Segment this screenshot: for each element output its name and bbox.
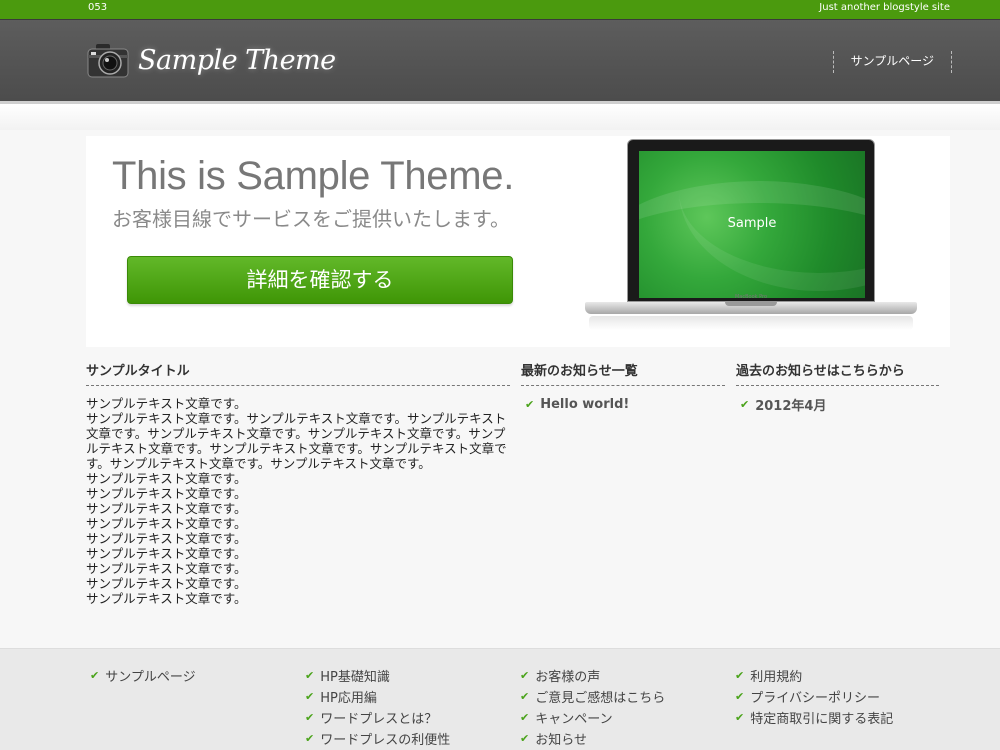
site-logo[interactable]: Sample Theme — [86, 37, 336, 83]
footer-link-label[interactable]: HP応用編 — [320, 687, 377, 706]
body-paragraph: サンプルテキスト文章です。 — [86, 396, 247, 411]
footer-link[interactable]: ✔ HP応用編 — [305, 686, 450, 707]
footer-link-label[interactable]: お客様の声 — [535, 666, 600, 685]
footer-link[interactable]: ✔ ご意見ご感想はこちら — [520, 686, 665, 707]
check-icon: ✔ — [305, 669, 315, 682]
body-paragraph: サンプルテキスト文章です。 — [86, 486, 247, 501]
check-icon: ✔ — [520, 690, 530, 703]
hero-banner: This is Sample Theme. お客様目線でサービスをご提供いたしま… — [86, 136, 950, 347]
news-title: 最新のお知らせ一覧 — [521, 360, 725, 386]
laptop-brand: MacBook Pro — [734, 294, 768, 300]
body-paragraph: サンプルテキスト文章です。 — [86, 516, 247, 531]
news-item[interactable]: ✔ Hello world! — [525, 396, 629, 412]
check-icon: ✔ — [90, 669, 100, 682]
body-paragraph: サンプルテキスト文章です。サンプルテキスト文章です。サンプルテキスト文章です。サ… — [86, 411, 507, 471]
footer-link-label[interactable]: サンプルページ — [105, 666, 195, 685]
footer-link-label[interactable]: 利用規約 — [750, 666, 802, 685]
check-icon: ✔ — [305, 690, 315, 703]
footer-link[interactable]: ✔ HP基礎知識 — [305, 665, 450, 686]
check-icon: ✔ — [520, 711, 530, 724]
news-item-link[interactable]: Hello world! — [540, 397, 629, 412]
footer-link-label[interactable]: HP基礎知識 — [320, 666, 390, 685]
footer-link[interactable]: ✔ 特定商取引に関する表記 — [735, 707, 893, 728]
footer-column-1: ✔ サンプルページ — [90, 665, 196, 686]
footer-link-label[interactable]: キャンペーン — [535, 708, 612, 727]
header-shadow-band — [0, 104, 1000, 130]
nav-item-sample-page[interactable]: サンプルページ — [832, 51, 952, 73]
camera-icon — [86, 41, 130, 79]
laptop-base: MacBook Pro — [585, 294, 917, 314]
news-list: ✔ Hello world! — [525, 396, 629, 412]
footer-link-label[interactable]: 特定商取引に関する表記 — [750, 708, 893, 727]
footer-link-label[interactable]: ワードプレスの利便性 — [320, 729, 450, 748]
top-bar: 053 Just another blogstyle site — [0, 0, 1000, 19]
site-header: Sample Theme サンプルページ — [0, 19, 1000, 104]
footer-column-2: ✔ HP基礎知識 ✔ HP応用編 ✔ ワードプレスとは？ ✔ ワードプレスの利便性 — [305, 665, 450, 749]
hero-subheadline: お客様目線でサービスをご提供いたします。 — [112, 207, 510, 231]
body-paragraph: サンプルテキスト文章です。 — [86, 576, 247, 591]
laptop-image: Sample MacBook Pro — [583, 136, 923, 341]
body-paragraph: サンプルテキスト文章です。 — [86, 561, 247, 576]
body-paragraph: サンプルテキスト文章です。 — [86, 471, 247, 486]
hero-headline: This is Sample Theme. — [112, 154, 515, 198]
archive-title: 過去のお知らせはこちらから — [736, 360, 939, 386]
body-paragraph: サンプルテキスト文章です。 — [86, 546, 247, 561]
details-button[interactable]: 詳細を確認する — [127, 256, 513, 304]
footer-link[interactable]: ✔ ワードプレスとは？ — [305, 707, 450, 728]
footer-link-label[interactable]: お知らせ — [535, 729, 587, 748]
archive-list: ✔ 2012年4月 — [740, 395, 826, 414]
footer-link-label[interactable]: ご意見ご感想はこちら — [535, 687, 665, 706]
footer-link[interactable]: ✔ お客様の声 — [520, 665, 665, 686]
laptop-screen: Sample — [639, 151, 865, 298]
site-title: Sample Theme — [138, 44, 336, 76]
check-icon: ✔ — [520, 732, 530, 745]
footer-link-label[interactable]: プライバシーポリシー — [750, 687, 880, 706]
footer-link[interactable]: ✔ サンプルページ — [90, 665, 196, 686]
archive-item[interactable]: ✔ 2012年4月 — [740, 395, 826, 414]
body-paragraph: サンプルテキスト文章です。 — [86, 531, 247, 546]
body-paragraph: サンプルテキスト文章です。 — [86, 591, 247, 606]
check-icon: ✔ — [735, 669, 745, 682]
check-icon: ✔ — [740, 397, 750, 411]
footer-link[interactable]: ✔ お知らせ — [520, 728, 665, 749]
footer-link[interactable]: ✔ キャンペーン — [520, 707, 665, 728]
check-icon: ✔ — [525, 397, 535, 411]
body-paragraph: サンプルテキスト文章です。 — [86, 501, 247, 516]
check-icon: ✔ — [735, 690, 745, 703]
footer-link[interactable]: ✔ ワードプレスの利便性 — [305, 728, 450, 749]
footer-column-3: ✔ お客様の声 ✔ ご意見ご感想はこちら ✔ キャンペーン ✔ お知らせ — [520, 665, 665, 749]
archive-item-link[interactable]: 2012年4月 — [755, 395, 826, 414]
check-icon: ✔ — [305, 732, 315, 745]
site-tagline: Just another blogstyle site — [819, 2, 950, 13]
screen-label: Sample — [727, 216, 777, 231]
check-icon: ✔ — [305, 711, 315, 724]
site-footer: ✔ サンプルページ ✔ HP基礎知識 ✔ HP応用編 ✔ ワードプレスとは？ ✔ ワードプ… — [0, 648, 1000, 750]
main-title: サンプルタイトル — [86, 360, 510, 386]
footer-link-label[interactable]: ワードプレスとは？ — [320, 708, 437, 727]
footer-column-4: ✔ 利用規約 ✔ プライバシーポリシー ✔ 特定商取引に関する表記 — [735, 665, 893, 728]
check-icon: ✔ — [735, 711, 745, 724]
main-body: サンプルテキスト文章です。 サンプルテキスト文章です。サンプルテキスト文章です。… — [86, 396, 510, 606]
check-icon: ✔ — [520, 669, 530, 682]
laptop-screen-frame: Sample — [627, 139, 875, 302]
site-number: 053 — [88, 2, 108, 13]
footer-link[interactable]: ✔ 利用規約 — [735, 665, 893, 686]
footer-link[interactable]: ✔ プライバシーポリシー — [735, 686, 893, 707]
